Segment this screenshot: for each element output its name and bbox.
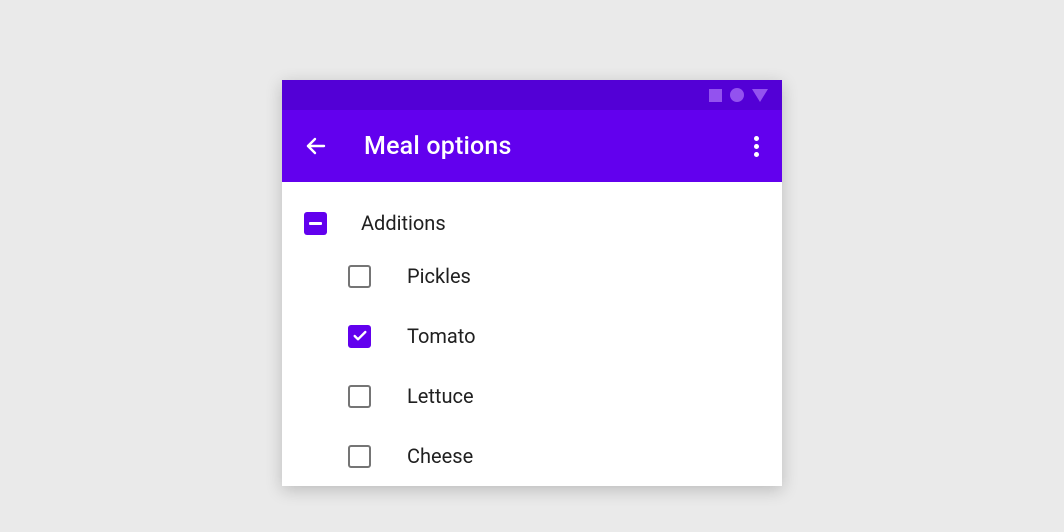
option-label: Pickles (407, 264, 471, 288)
app-bar: Meal options (282, 110, 782, 182)
option-checkbox[interactable] (348, 385, 371, 408)
status-bar (282, 80, 782, 110)
option-row: Lettuce (282, 366, 782, 426)
option-label: Lettuce (407, 384, 474, 408)
indeterminate-mark-icon (309, 222, 322, 225)
group-row: Additions (282, 200, 782, 246)
content-area: Additions Pickles Tomato Lettuce Cheese (282, 182, 782, 486)
option-checkbox[interactable] (348, 265, 371, 288)
option-checkbox[interactable] (348, 325, 371, 348)
more-vert-icon[interactable] (744, 134, 768, 158)
option-row: Tomato (282, 306, 782, 366)
status-square-icon (709, 89, 722, 102)
status-circle-icon (730, 88, 744, 102)
option-checkbox[interactable] (348, 445, 371, 468)
group-checkbox-indeterminate[interactable] (304, 212, 327, 235)
option-label: Cheese (407, 444, 473, 468)
option-row: Pickles (282, 246, 782, 306)
status-triangle-icon (752, 89, 768, 102)
back-arrow-icon[interactable] (304, 134, 328, 158)
option-row: Cheese (282, 426, 782, 486)
device-frame: Meal options Additions Pickles Tomato Lett… (282, 80, 782, 486)
group-label: Additions (361, 211, 446, 235)
page-title: Meal options (364, 132, 744, 161)
option-label: Tomato (407, 324, 476, 348)
